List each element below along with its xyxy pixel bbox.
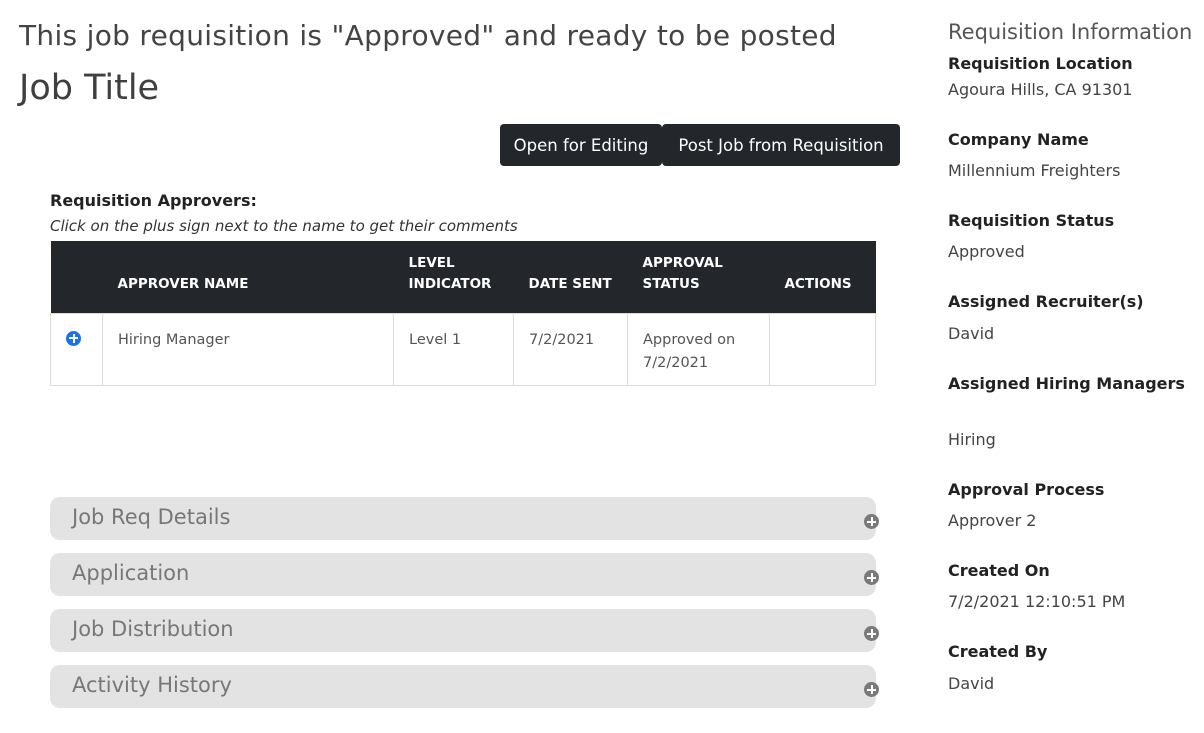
- table-row: Hiring Manager Level 1 7/2/2021 Approved…: [50, 312, 876, 386]
- panel-job-req-details[interactable]: Job Req Details: [50, 497, 879, 540]
- actions-cell: [769, 312, 876, 386]
- approvers-label: Requisition Approvers:: [50, 191, 257, 210]
- column-header-actions: ACTIONS: [784, 275, 852, 292]
- date-sent-cell: 7/2/2021: [513, 312, 628, 386]
- column-header-level-indicator: LEVEL INDICATOR: [408, 254, 492, 292]
- info-value-created-by: David: [948, 674, 995, 693]
- info-label-created-by: Created By: [948, 642, 1048, 661]
- info-label-recruiters: Assigned Recruiter(s): [948, 292, 1144, 311]
- panel-application[interactable]: Application: [50, 553, 879, 596]
- info-value-approval-process: Approver 2: [948, 511, 1037, 530]
- column-header-date-sent: DATE SENT: [528, 275, 612, 292]
- column-header-approver-name: APPROVER NAME: [117, 275, 249, 292]
- open-for-editing-button[interactable]: Open for Editing: [500, 124, 662, 166]
- status-heading: This job requisition is "Approved" and r…: [19, 19, 837, 52]
- panel-label: Job Distribution: [72, 617, 234, 641]
- sidebar-title: Requisition Information: [948, 20, 1193, 44]
- plus-circle-icon[interactable]: [864, 570, 879, 585]
- approval-status-cell: Approved on 7/2/2021: [627, 312, 770, 386]
- plus-circle-icon[interactable]: [864, 682, 879, 697]
- info-value-company: Millennium Freighters: [948, 161, 1121, 180]
- info-label-company: Company Name: [948, 130, 1089, 149]
- plus-circle-icon[interactable]: [66, 330, 81, 346]
- column-header-expand: [51, 241, 103, 313]
- column-header-approval-status: APPROVAL STATUS: [642, 254, 723, 292]
- info-value-status: Approved: [948, 242, 1025, 261]
- page-title: Job Title: [19, 68, 160, 108]
- info-label-approval-process: Approval Process: [948, 480, 1105, 499]
- approvers-table: APPROVER NAME LEVEL INDICATOR DATE SENT …: [50, 241, 876, 386]
- info-value-created-on: 7/2/2021 12:10:51 PM: [948, 592, 1126, 611]
- info-label-status: Requisition Status: [948, 211, 1115, 230]
- panel-job-distribution[interactable]: Job Distribution: [50, 609, 879, 652]
- panel-label: Activity History: [72, 673, 232, 697]
- table-header-row: APPROVER NAME LEVEL INDICATOR DATE SENT …: [50, 241, 876, 313]
- panel-activity-history[interactable]: Activity History: [50, 665, 879, 708]
- info-value-location: Agoura Hills, CA 91301: [948, 80, 1133, 99]
- panel-label: Application: [72, 561, 190, 585]
- info-label-location: Requisition Location: [948, 54, 1133, 73]
- approvers-hint: Click on the plus sign next to the name …: [50, 217, 518, 235]
- approver-name-cell: Hiring Manager: [102, 312, 394, 386]
- plus-circle-icon[interactable]: [864, 626, 879, 641]
- level-indicator-cell: Level 1: [393, 312, 514, 386]
- post-job-button[interactable]: Post Job from Requisition: [662, 124, 900, 166]
- info-value-recruiters: David: [948, 324, 995, 343]
- plus-circle-icon[interactable]: [864, 514, 879, 529]
- panel-label: Job Req Details: [72, 505, 231, 529]
- info-label-hiring-managers: Assigned Hiring Managers: [948, 374, 1185, 393]
- expand-cell[interactable]: [50, 312, 103, 386]
- info-label-created-on: Created On: [948, 561, 1050, 580]
- info-value-hiring-managers: Hiring: [948, 430, 996, 449]
